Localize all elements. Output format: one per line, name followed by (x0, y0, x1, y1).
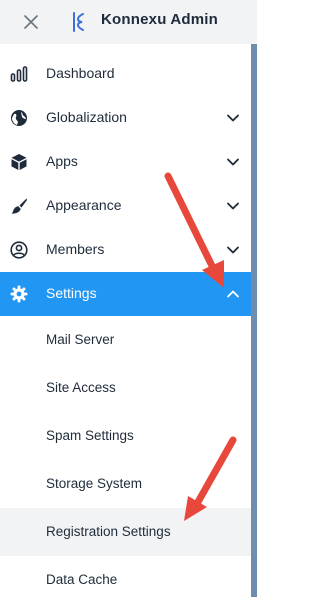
nav-label-settings: Settings (46, 285, 97, 301)
nav-item-appearance[interactable]: Appearance (0, 184, 251, 228)
chevron-down-icon[interactable] (226, 156, 240, 168)
sub-item-storage-system[interactable]: Storage System (0, 460, 251, 508)
sub-label-registration-settings: Registration Settings (46, 524, 171, 539)
user-circle-icon (10, 241, 28, 259)
app-title: Konnexu Admin (101, 11, 219, 28)
sidebar-edge (251, 44, 257, 597)
nav-item-members[interactable]: Members (0, 228, 251, 272)
sub-label-data-cache: Data Cache (46, 572, 118, 587)
konnexu-logo-icon (73, 12, 84, 32)
nav-label-apps: Apps (46, 153, 78, 169)
sub-label-storage-system: Storage System (46, 476, 143, 491)
cube-icon (11, 154, 27, 170)
chevron-down-icon[interactable] (226, 244, 240, 256)
bar-chart-icon (10, 66, 28, 82)
brush-icon (11, 198, 27, 214)
globe-icon (11, 110, 27, 126)
close-icon[interactable] (22, 13, 40, 31)
sub-label-site-access: Site Access (46, 380, 116, 395)
nav-label-appearance: Appearance (46, 197, 122, 213)
nav-label-members: Members (46, 241, 105, 257)
nav-item-globalization[interactable]: Globalization (0, 96, 251, 140)
sidebar-nav: Dashboard Globalization Apps Appearance (0, 52, 251, 604)
sub-label-mail-server: Mail Server (46, 332, 115, 347)
sub-label-spam-settings: Spam Settings (46, 428, 134, 443)
sub-item-mail-server[interactable]: Mail Server (0, 316, 251, 364)
nav-item-dashboard[interactable]: Dashboard (0, 52, 251, 96)
nav-label-globalization: Globalization (46, 109, 127, 125)
nav-item-apps[interactable]: Apps (0, 140, 251, 184)
nav-label-dashboard: Dashboard (46, 65, 115, 81)
sidebar-header: Konnexu Admin (0, 0, 257, 44)
sub-item-site-access[interactable]: Site Access (0, 364, 251, 412)
sub-item-spam-settings[interactable]: Spam Settings (0, 412, 251, 460)
chevron-up-icon[interactable] (226, 288, 240, 300)
sub-item-registration-settings[interactable]: Registration Settings (0, 508, 251, 556)
nav-item-settings[interactable]: Settings (0, 272, 251, 316)
chevron-down-icon[interactable] (226, 112, 240, 124)
chevron-down-icon[interactable] (226, 200, 240, 212)
gear-icon (10, 285, 28, 303)
